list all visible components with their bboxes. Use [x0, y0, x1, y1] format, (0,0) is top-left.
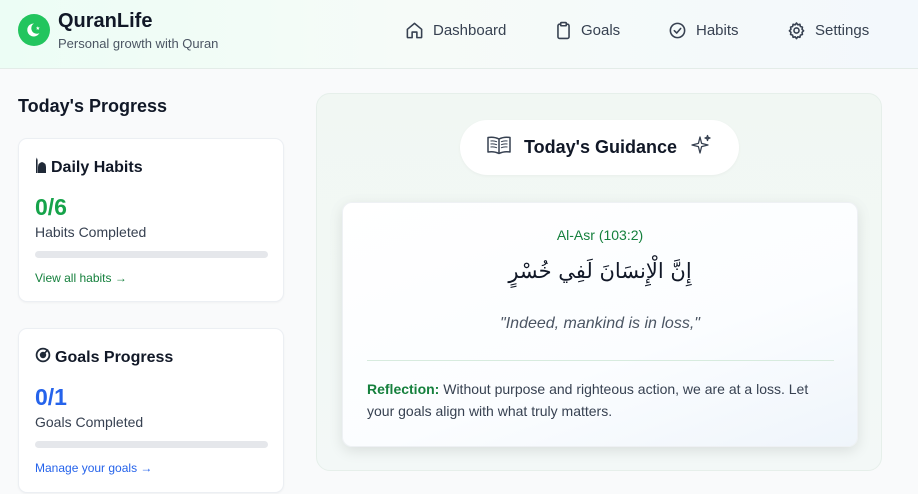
habits-progress-bar [35, 251, 268, 258]
check-circle-icon [668, 21, 687, 40]
verse-reference: Al-Asr (103:2) [556, 227, 644, 243]
daily-habits-card: Daily Habits 0/6 Habits Completed View a… [18, 138, 284, 302]
nav-habits[interactable]: Habits [668, 18, 739, 42]
goals-label: Goals Completed [35, 414, 144, 430]
daily-habits-title: Daily Habits [51, 158, 143, 176]
logo-crescent-star-icon[interactable] [18, 14, 50, 46]
daily-habits-header: Daily Habits [35, 157, 143, 178]
nav-goals[interactable]: Goals [555, 18, 620, 42]
guidance-header: Today's Guidance [460, 120, 739, 175]
nav-dashboard[interactable]: Dashboard [405, 18, 506, 42]
verse-divider [367, 360, 834, 361]
goals-progress-bar [35, 441, 268, 448]
nav-settings-label: Settings [815, 21, 870, 39]
guidance-title: Today's Guidance [524, 137, 677, 157]
progress-section-title: Today's Progress [18, 96, 168, 116]
app-header: QuranLife Personal growth with Quran Das… [0, 0, 918, 69]
goals-progress-title: Goals Progress [55, 348, 174, 366]
verse-card: Al-Asr (103:2) إِنَّ الْإِنسَانَ لَفِي خ… [342, 202, 858, 447]
app-subtitle: Personal growth with Quran [58, 36, 219, 51]
habits-count: 0/6 [35, 194, 67, 220]
manage-goals-link[interactable]: Manage your goals → [35, 461, 152, 475]
sparkle-icon [689, 133, 713, 162]
reflection-label: Reflection: [367, 381, 440, 397]
nav-dashboard-label: Dashboard [433, 21, 507, 39]
goals-progress-card: Goals Progress 0/1 Goals Completed Manag… [18, 328, 284, 493]
gear-icon [787, 21, 806, 40]
nav-goals-label: Goals [581, 21, 621, 39]
mosque-icon [35, 157, 47, 178]
view-all-habits-link[interactable]: View all habits → [35, 271, 127, 285]
app-title[interactable]: QuranLife [58, 10, 152, 33]
goals-progress-header: Goals Progress [35, 347, 173, 368]
verse-arabic-text: إِنَّ الْإِنسَانَ لَفِي خُسْرٍ [508, 259, 692, 283]
verse-translation: "Indeed, mankind is in loss," [500, 315, 700, 332]
nav-habits-label: Habits [696, 21, 739, 39]
guidance-panel: Today's Guidance Al-Asr (103:2) إِنَّ ال… [316, 93, 882, 471]
home-icon [405, 21, 424, 40]
goals-count: 0/1 [35, 384, 67, 410]
verse-reflection: Reflection: Without purpose and righteou… [367, 378, 837, 422]
target-icon [35, 347, 51, 368]
habits-label: Habits Completed [35, 224, 147, 240]
clipboard-icon [555, 21, 572, 40]
open-book-icon [486, 135, 512, 160]
nav-settings[interactable]: Settings [787, 18, 869, 42]
